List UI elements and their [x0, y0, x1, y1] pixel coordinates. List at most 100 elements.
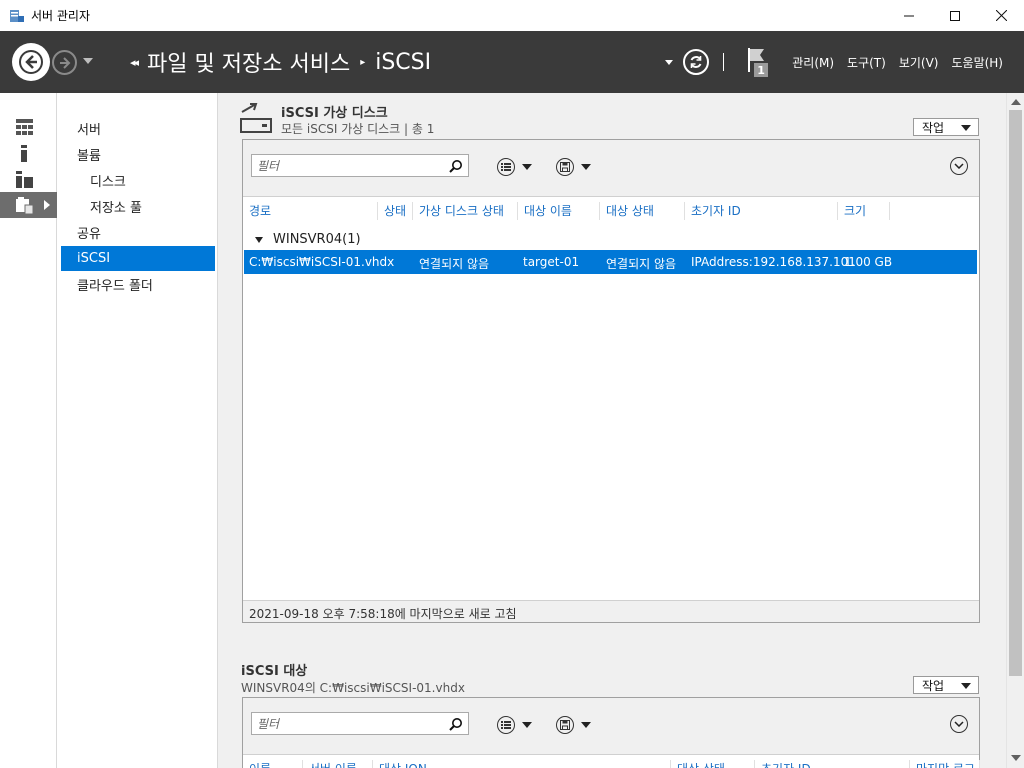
- targets-save-query-button[interactable]: [556, 715, 596, 735]
- nav-servers[interactable]: 서버: [61, 116, 215, 141]
- targets-tasks-button[interactable]: 작업: [913, 676, 979, 694]
- rail-dashboard[interactable]: [0, 114, 57, 140]
- forward-arrow-icon: [59, 56, 70, 69]
- nav-storage-pools[interactable]: 저장소 풀: [61, 194, 215, 219]
- column-size[interactable]: 크기: [838, 202, 890, 220]
- content-area: iSCSI 가상 디스크 모든 iSCSI 가상 디스크 | 총 1 작업 필터…: [218, 93, 1006, 768]
- forward-button[interactable]: [52, 50, 77, 75]
- search-icon[interactable]: [449, 159, 463, 173]
- save-query-button[interactable]: [556, 157, 596, 177]
- targets-subtitle: WINSVR04의 C:₩iscsi₩iSCSI-01.vhdx: [241, 681, 465, 695]
- notifications-button[interactable]: 1: [746, 45, 772, 79]
- virtual-disks-tasks-button[interactable]: 작업: [913, 118, 979, 136]
- cell-target-status: 연결되지 않음: [606, 257, 677, 271]
- chevron-down-icon: [961, 125, 971, 131]
- column-disk-status[interactable]: 가상 디스크 상태: [413, 202, 518, 220]
- breadcrumb-separator-icon: ▸: [360, 56, 366, 68]
- targets-column-target-iqn[interactable]: 대상 IQN: [373, 760, 671, 768]
- breadcrumb-root[interactable]: 파일 및 저장소 서비스: [147, 46, 350, 78]
- back-button[interactable]: [12, 43, 50, 81]
- targets-column-target-status[interactable]: 대상 상태: [671, 760, 755, 768]
- targets-filter-input[interactable]: [252, 716, 442, 731]
- refresh-button[interactable]: [683, 49, 710, 75]
- refresh-icon: [690, 56, 702, 68]
- nav-work-folders[interactable]: 클라우드 폴더: [61, 272, 215, 297]
- scroll-thumb[interactable]: [1009, 110, 1022, 676]
- targets-collapse-panel-button[interactable]: [950, 715, 968, 733]
- breadcrumb-dropdown-icon[interactable]: [665, 59, 674, 65]
- vertical-scrollbar[interactable]: [1006, 93, 1024, 768]
- virtual-disks-filter-input[interactable]: [252, 158, 442, 173]
- column-target-status[interactable]: 대상 상태: [600, 202, 685, 220]
- cell-target-name: target-01: [523, 255, 580, 269]
- breadcrumb: ◂◂ 파일 및 저장소 서비스 ▸ iSCSI: [130, 45, 431, 79]
- menu-view[interactable]: 보기(V): [899, 54, 939, 71]
- column-initiator-id[interactable]: 초기자 ID: [685, 202, 838, 220]
- cell-disk-status: 연결되지 않음: [419, 257, 490, 271]
- history-dropdown-icon[interactable]: [83, 58, 93, 64]
- targets-column-server-name[interactable]: 서버 이름: [303, 760, 373, 768]
- targets-toolbar: [243, 698, 979, 755]
- targets-column-name[interactable]: 이름: [243, 760, 303, 768]
- virtual-disk-section-icon: [240, 102, 274, 137]
- virtual-disks-filter: [251, 154, 469, 177]
- title-bar: 서버 관리자: [0, 0, 1024, 31]
- nav-iscsi[interactable]: iSCSI: [61, 246, 215, 271]
- local-server-icon: [16, 144, 33, 162]
- cell-path: C:₩iscsi₩iSCSI-01.vhdx: [249, 255, 395, 269]
- rail-local-server[interactable]: [0, 140, 57, 166]
- group-label: WINSVR04(1): [273, 232, 361, 247]
- collapse-panel-button[interactable]: [950, 157, 968, 175]
- group-header[interactable]: WINSVR04(1): [255, 232, 361, 247]
- collapse-triangle-icon[interactable]: [255, 236, 263, 243]
- virtual-disks-toolbar: [243, 140, 979, 197]
- file-storage-icon: [16, 196, 34, 214]
- menu-manage[interactable]: 관리(M): [792, 54, 834, 71]
- column-status[interactable]: 상태: [378, 202, 413, 220]
- close-button[interactable]: [978, 0, 1024, 31]
- targets-column-initiator-id[interactable]: 초기자 ID: [755, 760, 910, 768]
- cell-size: 1.00 GB: [844, 255, 893, 269]
- all-servers-icon: [16, 170, 33, 188]
- server-manager-icon: [9, 8, 25, 24]
- icon-rail: [0, 93, 57, 768]
- table-row[interactable]: C:₩iscsi₩iSCSI-01.vhdx 연결되지 않음 target-01…: [244, 250, 977, 274]
- tasks-label: 작업: [922, 678, 945, 693]
- targets-panel: 이름 서버 이름 대상 IQN 대상 상태 초기자 ID 마지막 로그: [242, 697, 980, 768]
- targets-query-options-button[interactable]: [497, 715, 537, 735]
- nav-label: 공유: [77, 227, 101, 242]
- nav-label: iSCSI: [77, 251, 111, 266]
- nav-shares[interactable]: 공유: [61, 220, 215, 245]
- targets-filter: [251, 712, 469, 735]
- minimize-button[interactable]: [886, 0, 932, 31]
- header-bar: ◂◂ 파일 및 저장소 서비스 ▸ iSCSI 1 관리(M) 도구(T) 보기…: [0, 31, 1024, 93]
- targets-column-last-login[interactable]: 마지막 로그: [910, 760, 980, 768]
- tasks-label: 작업: [922, 120, 945, 135]
- column-target-name[interactable]: 대상 이름: [518, 202, 600, 220]
- query-options-button[interactable]: [497, 157, 537, 177]
- chevron-down-icon: [581, 164, 591, 170]
- maximize-button[interactable]: [932, 0, 978, 31]
- refresh-status-bar: 2021-09-18 오후 7:58:18에 마지막으로 새로 고침: [243, 600, 979, 622]
- menu-tools[interactable]: 도구(T): [847, 54, 886, 71]
- chevron-down-icon: [954, 721, 964, 727]
- notification-count-badge: 1: [757, 64, 765, 77]
- nav-volumes[interactable]: 볼륨: [61, 142, 215, 167]
- rail-all-servers[interactable]: [0, 166, 57, 192]
- column-path[interactable]: 경로: [243, 202, 378, 220]
- chevron-down-icon: [522, 164, 532, 170]
- virtual-disks-subtitle: 모든 iSCSI 가상 디스크 | 총 1: [281, 122, 435, 136]
- rail-file-storage-services[interactable]: [0, 192, 57, 218]
- nav-label: 서버: [77, 123, 101, 138]
- chevron-down-icon: [581, 722, 591, 728]
- chevron-down-icon: [961, 683, 971, 689]
- scroll-down-icon[interactable]: [1011, 755, 1021, 761]
- menu-help[interactable]: 도움말(H): [951, 54, 1003, 71]
- navigation-pane: 서버 볼륨 디스크 저장소 풀 공유 iSCSI 클라우드 폴더: [58, 93, 218, 768]
- chevron-down-icon: [522, 722, 532, 728]
- search-icon[interactable]: [449, 717, 463, 731]
- list-options-icon: [497, 716, 515, 734]
- breadcrumb-overflow-icon[interactable]: ◂◂: [130, 56, 139, 69]
- scroll-up-icon[interactable]: [1011, 99, 1021, 105]
- nav-disks[interactable]: 디스크: [61, 168, 215, 193]
